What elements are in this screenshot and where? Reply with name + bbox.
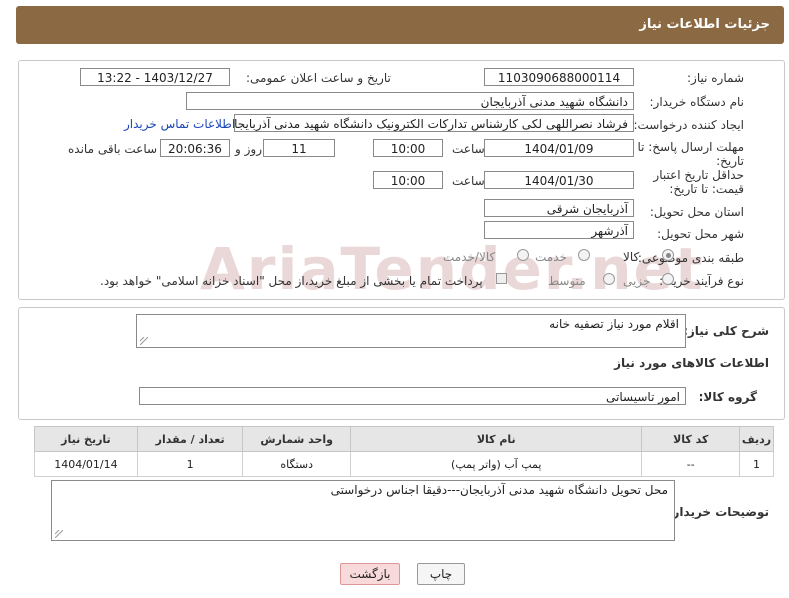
table-row: 1 -- پمپ آب (واتر پمپ) دستگاه 1 1404/01/… <box>34 451 774 477</box>
time-remaining-label: ساعت باقی مانده <box>68 142 158 156</box>
category-goods-service-label: کالا/خدمت <box>443 250 496 264</box>
response-time-field: 10:00 <box>373 139 443 157</box>
goods-group-field: امور تاسیساتی <box>139 387 686 405</box>
col-qty-header: تعداد / مقدار <box>136 426 244 452</box>
price-validity-time-field: 10:00 <box>373 171 443 189</box>
goods-table-header: ردیف کد کالا نام کالا واحد شمارش تعداد /… <box>34 426 774 452</box>
need-number-field: 1103090688000114 <box>484 68 634 86</box>
col-unit-header: واحد شمارش <box>242 426 352 452</box>
announce-datetime-label: تاریخ و ساعت اعلان عمومی: <box>246 71 391 85</box>
general-description-label: شرح کلی نیاز: <box>683 324 769 338</box>
buyer-notes-label: توضیحات خریدار: <box>667 505 769 519</box>
col-name-header: نام کالا <box>350 426 643 452</box>
days-remaining-field: 11 <box>263 139 335 157</box>
resize-grip-icon <box>140 337 148 345</box>
city-field: آذرشهر <box>484 221 634 239</box>
days-label: روز و <box>235 142 262 156</box>
treasury-payment-note: پرداخت تمام یا بخشی از مبلغ خرید،از محل … <box>100 274 483 288</box>
col-date-header: تاریخ نیاز <box>34 426 138 452</box>
cell-row: 1 <box>739 451 774 477</box>
time-remaining-field: 20:06:36 <box>160 139 230 157</box>
goods-table: ردیف کد کالا نام کالا واحد شمارش تعداد /… <box>34 426 774 477</box>
buyer-org-field: دانشگاه شهید مدنی آذربایجان <box>186 92 634 110</box>
response-time-label: ساعت <box>452 142 485 156</box>
back-button[interactable]: بازگشت <box>340 563 400 585</box>
page-title: جزئیات اطلاعات نیاز <box>639 17 770 32</box>
goods-group-label: گروه کالا: <box>698 390 757 404</box>
cell-name: پمپ آب (واتر پمپ) <box>350 451 643 477</box>
category-label: طبقه بندی موضوعی: <box>637 251 744 265</box>
price-validity-label: حداقل تاریخ اعتبار قیمت: تا تاریخ: <box>653 168 744 196</box>
general-description-field: اقلام مورد نیاز تصفیه خانه <box>136 314 686 348</box>
process-medium-radio[interactable] <box>603 273 615 285</box>
general-description-text: اقلام مورد نیاز تصفیه خانه <box>549 317 679 331</box>
process-minor-label: جزیی <box>623 274 651 288</box>
resize-grip-icon <box>55 530 63 538</box>
treasury-payment-checkbox[interactable] <box>496 273 507 284</box>
buyer-notes-text: محل تحویل دانشگاه شهید مدنی آذربایجان---… <box>330 483 668 497</box>
print-button[interactable]: چاپ <box>417 563 465 585</box>
need-number-label: شماره نیاز: <box>687 71 744 85</box>
category-goods-label: کالا <box>623 250 640 264</box>
cell-unit: دستگاه <box>242 451 352 477</box>
category-goods-service-radio[interactable] <box>517 249 529 261</box>
response-deadline-label: مهلت ارسال پاسخ: تا تاریخ: <box>637 140 744 168</box>
cell-date: 1404/01/14 <box>34 451 138 477</box>
buyer-contact-link[interactable]: اطلاعات تماس خریدار <box>124 117 235 131</box>
price-validity-time-label: ساعت <box>452 174 485 188</box>
price-validity-date-field: 1404/01/30 <box>484 171 634 189</box>
category-goods-radio[interactable] <box>662 249 674 261</box>
response-date-field: 1404/01/09 <box>484 139 634 157</box>
cell-qty: 1 <box>136 451 244 477</box>
buyer-org-label: نام دستگاه خریدار: <box>649 95 745 109</box>
cell-code: -- <box>641 451 741 477</box>
page-header: جزئیات اطلاعات نیاز <box>16 6 784 44</box>
col-code-header: کد کالا <box>641 426 741 452</box>
buyer-notes-field: محل تحویل دانشگاه شهید مدنی آذربایجان---… <box>51 480 675 541</box>
province-field: آذربایجان شرقی <box>484 199 634 217</box>
process-minor-radio[interactable] <box>662 273 674 285</box>
province-label: استان محل تحویل: <box>649 205 744 219</box>
creator-label: ایجاد کننده درخواست: <box>633 118 744 132</box>
creator-field: فرشاد نصراللهی لکی کارشناس تدارکات الکتر… <box>234 114 634 132</box>
goods-section-title: اطلاعات کالاهای مورد نیاز <box>614 356 769 370</box>
category-service-label: خدمت <box>535 250 567 264</box>
category-service-radio[interactable] <box>578 249 590 261</box>
col-row-header: ردیف <box>739 426 774 452</box>
city-label: شهر محل تحویل: <box>657 227 744 241</box>
announce-datetime-field: 1403/12/27 - 13:22 <box>80 68 230 86</box>
process-medium-label: متوسط <box>548 274 586 288</box>
